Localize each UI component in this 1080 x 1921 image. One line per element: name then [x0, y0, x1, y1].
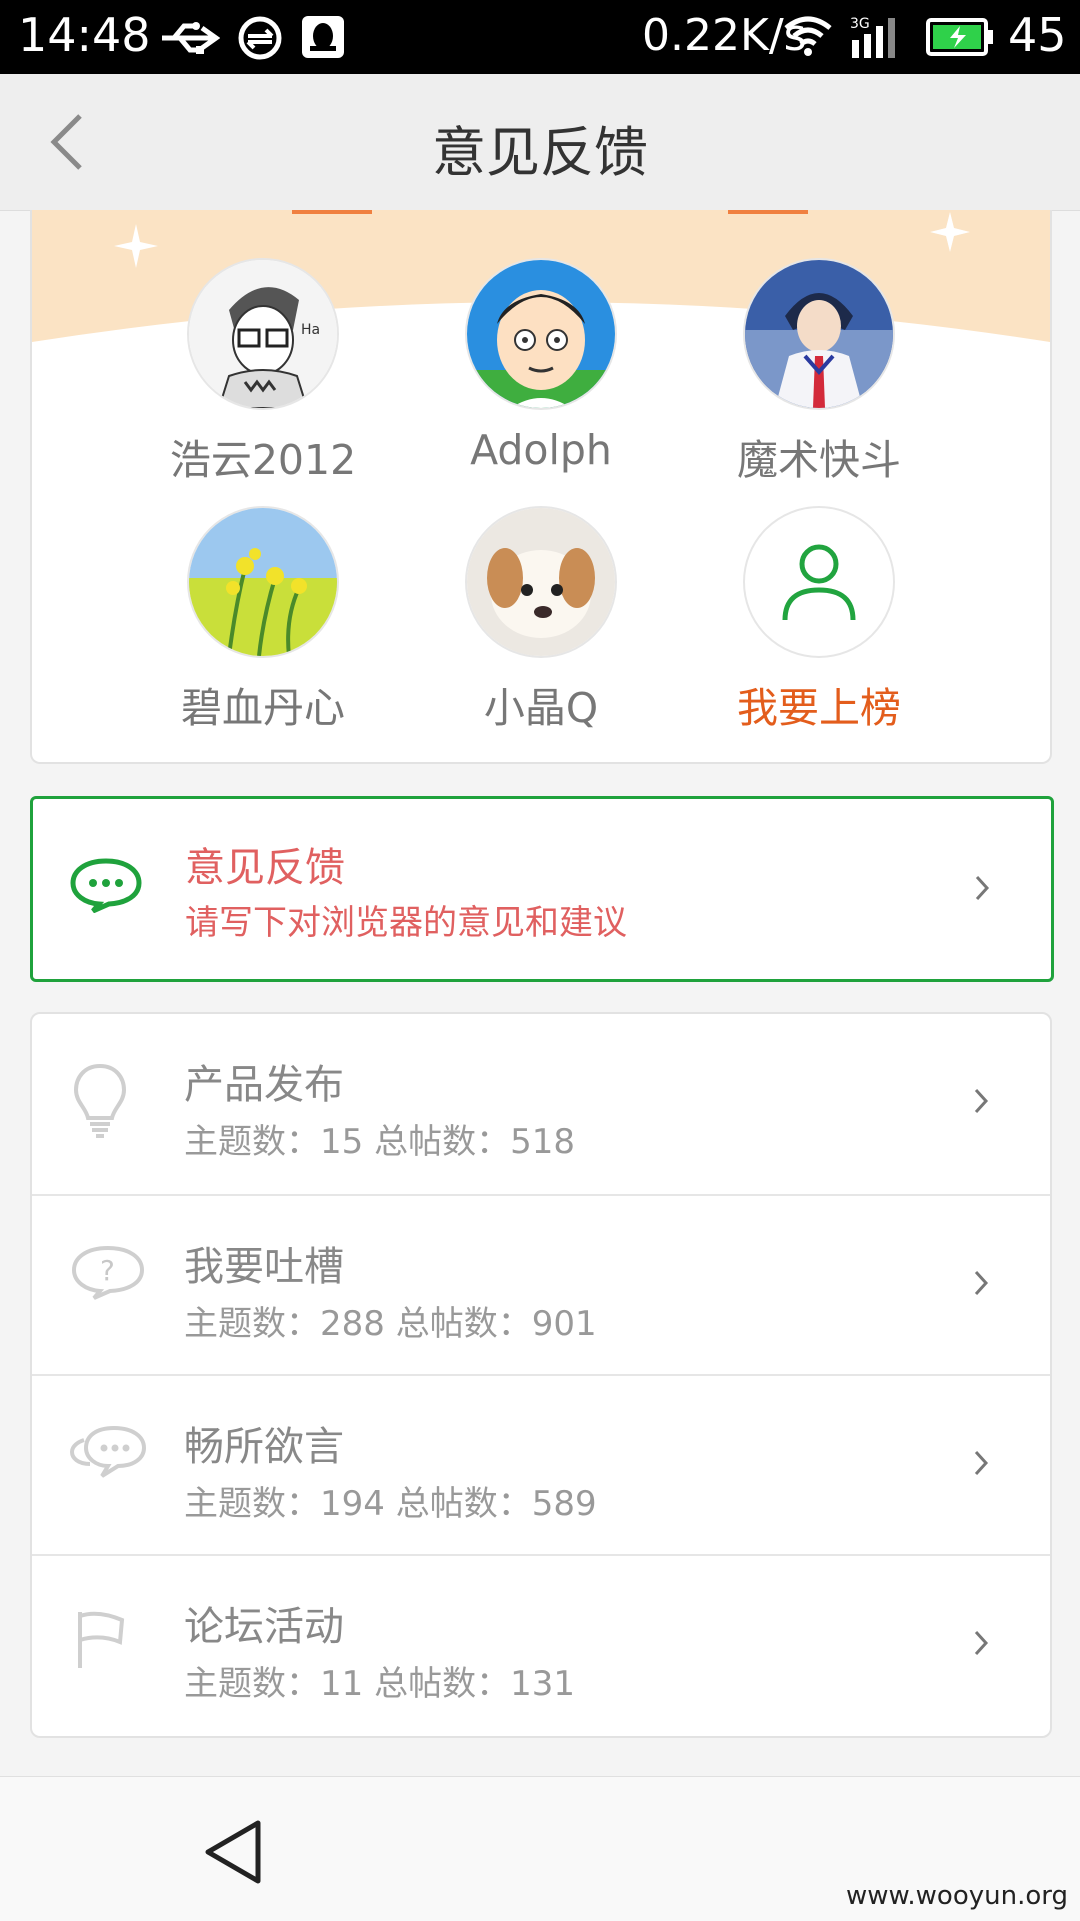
flag-icon — [78, 1611, 125, 1668]
svg-text:Ha: Ha — [301, 322, 320, 338]
chat-bubbles-icon — [70, 1425, 146, 1478]
sync-icon — [238, 16, 282, 60]
forum-row-complaints[interactable]: ? 我要吐槽 主题数：288 总帖数：901 — [32, 1194, 1050, 1374]
rank-user-5[interactable]: 小晶Q — [421, 506, 661, 734]
svg-text:?: ? — [100, 1254, 115, 1287]
rank-user-name: 浩云2012 — [169, 436, 357, 484]
triangle-back-icon[interactable] — [200, 1817, 266, 1887]
chevron-right-icon — [974, 1088, 989, 1114]
rank-user-name: 魔术快斗 — [737, 436, 901, 484]
status-bar: 14:48 0.22K/s 3G 45 — [0, 0, 1080, 74]
signal-3g-icon: 3G — [850, 16, 895, 58]
chevron-right-icon — [975, 875, 990, 901]
forum-list: 产品发布 主题数：15 总帖数：518 ? 我要吐槽 主题数：288 总帖数：9… — [30, 1012, 1052, 1738]
rank-user-name: 小晶Q — [483, 684, 599, 732]
chat-bubble-icon — [70, 858, 142, 913]
anime-detective-avatar — [743, 258, 895, 410]
join-ranking-label: 我要上榜 — [737, 684, 901, 732]
qq-icon — [302, 16, 344, 58]
rank-user-name: 碧血丹心 — [181, 684, 345, 732]
feedback-entry[interactable]: 意见反馈 请写下对浏览器的意见和建议 — [30, 796, 1054, 982]
rank-user-1[interactable]: Ha 浩云2012 — [143, 258, 383, 486]
lightbulb-icon — [73, 1063, 127, 1138]
page-title: 意见反馈 — [432, 121, 648, 184]
wifi-icon — [784, 16, 832, 56]
user-outline-icon — [743, 506, 895, 658]
usb-icon — [162, 22, 220, 54]
sketch-boy-avatar: Ha — [187, 258, 339, 410]
battery-icon — [926, 18, 993, 56]
join-ranking-button[interactable]: 我要上榜 — [699, 506, 939, 734]
feedback-subtitle: 请写下对浏览器的意见和建议 — [185, 903, 627, 943]
chevron-right-icon — [974, 1450, 989, 1476]
forum-stats: 主题数：15 总帖数：518 — [184, 1122, 575, 1162]
cartoon-man-avatar — [465, 258, 617, 410]
flower-field-avatar — [187, 506, 339, 658]
watermark: www.wooyun.org — [845, 1881, 1068, 1911]
forum-row-free-talk[interactable]: 畅所欲言 主题数：194 总帖数：589 — [32, 1374, 1050, 1554]
battery-level: 45 — [1008, 8, 1067, 62]
rank-user-2[interactable]: Adolph — [421, 258, 661, 474]
chevron-right-icon — [974, 1630, 989, 1656]
forum-title: 产品发布 — [184, 1062, 344, 1108]
forum-title: 畅所欲言 — [184, 1424, 344, 1470]
forum-title: 我要吐槽 — [184, 1244, 344, 1290]
chevron-right-icon — [974, 1270, 989, 1296]
rank-user-3[interactable]: 魔术快斗 — [699, 258, 939, 486]
question-bubble-icon: ? — [71, 1245, 145, 1300]
status-time: 14:48 — [18, 8, 151, 62]
rank-user-name: Adolph — [470, 426, 612, 474]
forum-stats: 主题数：288 总帖数：901 — [184, 1304, 597, 1344]
forum-row-product-release[interactable]: 产品发布 主题数：15 总帖数：518 — [32, 1014, 1050, 1192]
app-bar: 意见反馈 — [0, 74, 1080, 211]
ranking-card: Ha 浩云2012 Adolph 魔术快斗 碧血丹心 小晶Q 我要上榜 — [30, 210, 1052, 764]
puppy-avatar — [465, 506, 617, 658]
forum-row-events[interactable]: 论坛活动 主题数：11 总帖数：131 — [32, 1554, 1050, 1734]
forum-title: 论坛活动 — [184, 1604, 344, 1650]
svg-text:3G: 3G — [850, 16, 870, 32]
forum-stats: 主题数：11 总帖数：131 — [184, 1664, 575, 1704]
navigation-bar: www.wooyun.org — [0, 1776, 1080, 1921]
rank-user-4[interactable]: 碧血丹心 — [143, 506, 383, 734]
forum-stats: 主题数：194 总帖数：589 — [184, 1484, 597, 1524]
feedback-title: 意见反馈 — [185, 845, 345, 891]
